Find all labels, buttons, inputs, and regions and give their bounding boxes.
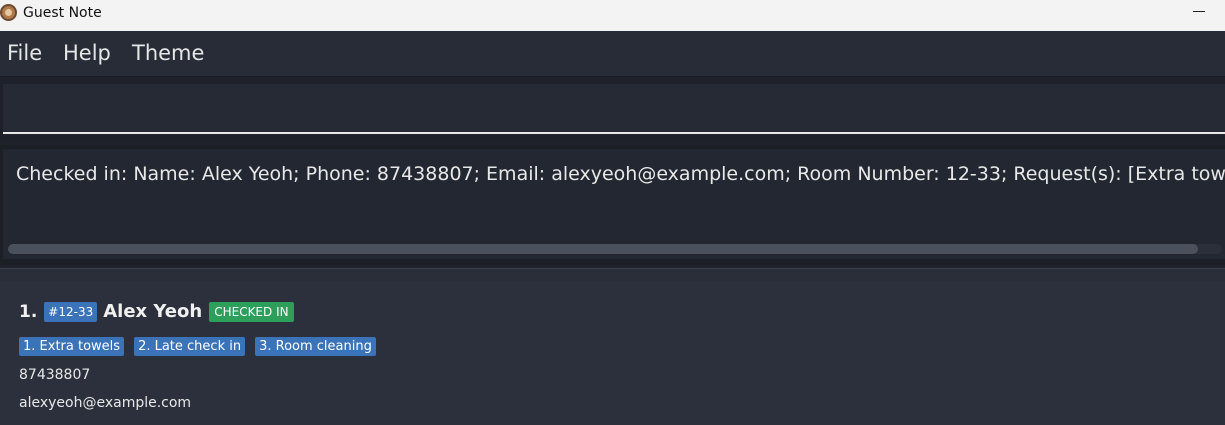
menu-help[interactable]: Help [63,41,111,65]
status-badge: CHECKED IN [209,301,294,322]
menu-theme[interactable]: Theme [132,41,204,65]
menu-file[interactable]: File [7,41,42,65]
request-tag: 3. Room cleaning [255,337,376,356]
result-text: Checked in: Name: Alex Yeoh; Phone: 8743… [16,163,1225,185]
guest-list: 1. #12-33 Alex Yeoh CHECKED IN 1. Extra … [0,268,1225,425]
result-area: Checked in: Name: Alex Yeoh; Phone: 8743… [0,145,1225,265]
menu-bar: File Help Theme [0,31,1225,77]
horizontal-scrollbar[interactable] [8,244,1222,254]
guest-email: alexyeoh@example.com [19,395,192,411]
room-number-tag: #12-33 [44,301,98,322]
request-tag: 1. Extra towels [19,337,125,356]
guest-header-row: 1. #12-33 Alex Yeoh CHECKED IN [19,301,294,322]
scrollbar-thumb[interactable] [8,244,1198,254]
window-title: Guest Note [23,5,102,21]
result-display: Checked in: Name: Alex Yeoh; Phone: 8743… [3,149,1225,259]
command-area [0,78,1225,142]
app-logo-icon [0,4,17,21]
request-tag: 2. Late check in [134,337,246,356]
command-input[interactable] [3,84,1225,134]
request-tags-row: 1. Extra towels 2. Late check in 3. Room… [19,337,386,356]
guest-index: 1. [19,301,38,322]
guest-phone: 87438807 [19,367,91,383]
minimize-icon[interactable] [1188,5,1208,25]
guest-name: Alex Yeoh [103,301,203,322]
guest-card[interactable]: 1. #12-33 Alex Yeoh CHECKED IN 1. Extra … [0,281,1225,425]
title-bar: Guest Note [0,0,1225,31]
